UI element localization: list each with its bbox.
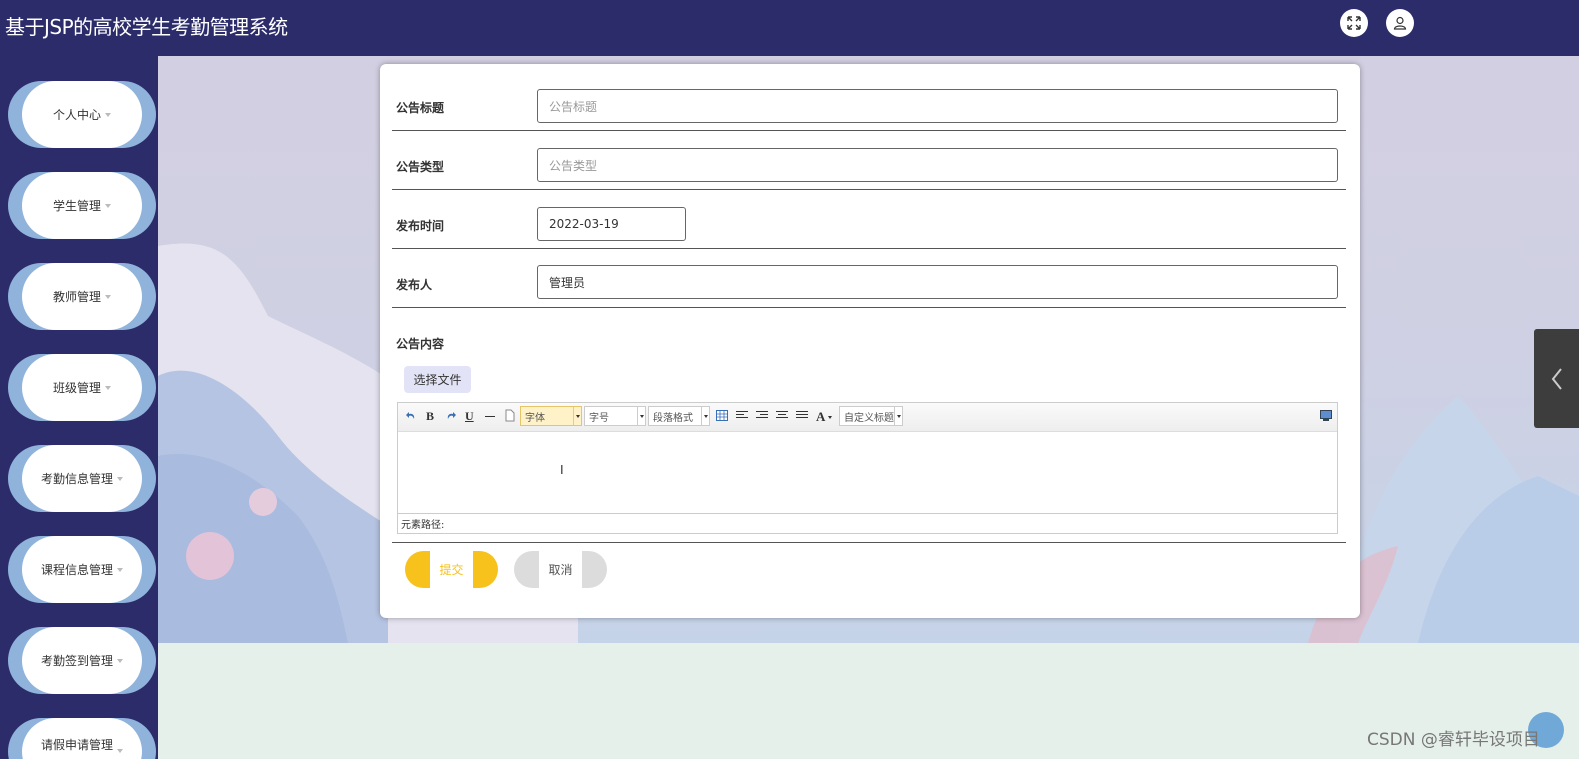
- app-title: 基于JSP的高校学生考勤管理系统: [5, 15, 288, 39]
- fullscreen-editor-icon[interactable]: [1320, 410, 1332, 421]
- sidebar-item-attendance-checkin[interactable]: 考勤签到管理: [8, 627, 156, 694]
- sidebar-item-label: 教师管理: [52, 290, 101, 304]
- text-cursor-icon: Ι: [560, 462, 564, 477]
- sidebar-item-label: 班级管理: [52, 381, 101, 395]
- rich-text-editor: B U 字体 字号 段落格式 A 自定义标题 Ι 元素路径:: [397, 402, 1338, 534]
- sidebar-item-classes[interactable]: 班级管理: [8, 354, 156, 421]
- custom-title-value: 自定义标题: [844, 412, 894, 424]
- editor-element-path: 元素路径:: [398, 513, 1337, 533]
- sidebar-item-label: 考勤信息管理: [40, 472, 113, 486]
- page-icon[interactable]: [505, 409, 515, 422]
- sidebar-item-attendance-info[interactable]: 考勤信息管理: [8, 445, 156, 512]
- sidebar-item-label: 个人中心: [52, 108, 101, 122]
- chevron-down-icon: [701, 407, 709, 425]
- submit-button-label: 提交: [430, 551, 473, 588]
- undo-icon[interactable]: [405, 410, 417, 422]
- paragraph-format-value: 段落格式: [653, 412, 693, 424]
- sidebar-item-label: 学生管理: [52, 199, 101, 213]
- redo-icon[interactable]: [445, 410, 457, 422]
- font-size-value: 字号: [589, 412, 609, 424]
- table-icon[interactable]: [716, 410, 728, 421]
- editor-content-area[interactable]: Ι: [398, 432, 1337, 513]
- bold-button[interactable]: B: [426, 409, 434, 424]
- divider: [392, 542, 1346, 543]
- horizontal-rule-icon[interactable]: [485, 416, 495, 417]
- user-icon: [1393, 16, 1407, 30]
- side-panel-toggle[interactable]: [1534, 329, 1579, 428]
- type-label: 公告类型: [396, 160, 445, 174]
- type-input[interactable]: 公告类型: [537, 148, 1338, 182]
- underline-button[interactable]: U: [465, 409, 474, 424]
- user-menu-button[interactable]: [1386, 9, 1414, 37]
- publisher-label: 发布人: [396, 278, 433, 292]
- paragraph-format-select[interactable]: 段落格式: [648, 406, 710, 426]
- sidebar: 个人中心 学生管理 教师管理 班级管理 考勤信息管理 课程信息管理 考勤签到管理…: [0, 56, 158, 759]
- sidebar-item-label: 考勤签到管理: [40, 654, 113, 668]
- caret-down-icon: [117, 658, 123, 663]
- chevron-down-icon: [894, 407, 902, 425]
- title-input[interactable]: 公告标题: [537, 89, 1338, 123]
- sidebar-item-leave-requests[interactable]: 请假申请管理: [8, 718, 156, 759]
- choose-file-button[interactable]: 选择文件: [404, 366, 471, 393]
- watermark: CSDN @睿轩毕设项目: [1367, 730, 1540, 750]
- publish-time-label: 发布时间: [396, 219, 445, 233]
- sidebar-item-label: 课程信息管理: [40, 563, 113, 577]
- sidebar-item-personal-center[interactable]: 个人中心: [8, 81, 156, 148]
- divider: [392, 189, 1346, 190]
- sidebar-item-course-info[interactable]: 课程信息管理: [8, 536, 156, 603]
- content-label: 公告内容: [396, 337, 445, 351]
- divider: [392, 307, 1346, 308]
- expand-icon: [1347, 16, 1361, 30]
- caret-down-icon: [828, 416, 832, 419]
- custom-title-select[interactable]: 自定义标题: [839, 406, 903, 426]
- cancel-button-label: 取消: [539, 551, 582, 588]
- caret-down-icon: [117, 749, 123, 753]
- font-family-select[interactable]: 字体: [520, 406, 582, 426]
- align-center-icon[interactable]: [776, 411, 788, 421]
- caret-down-icon: [117, 567, 123, 572]
- main-bottom-area: [158, 643, 1579, 759]
- divider: [392, 130, 1346, 131]
- announcement-form-card: 公告标题 公告标题 公告类型 公告类型 发布时间 2022-03-19 发布人 …: [380, 64, 1360, 618]
- align-left-icon[interactable]: [736, 411, 748, 421]
- fullscreen-button[interactable]: [1340, 9, 1368, 37]
- font-size-select[interactable]: 字号: [584, 406, 646, 426]
- font-family-value: 字体: [525, 412, 545, 424]
- sidebar-item-label: 请假申请管理: [40, 738, 113, 752]
- divider: [392, 248, 1346, 249]
- cancel-button[interactable]: 取消: [514, 551, 607, 588]
- chevron-down-icon: [637, 407, 645, 425]
- align-right-icon[interactable]: [756, 411, 768, 421]
- top-header: 基于JSP的高校学生考勤管理系统: [0, 0, 1579, 56]
- sidebar-item-teachers[interactable]: 教师管理: [8, 263, 156, 330]
- caret-down-icon: [117, 476, 123, 481]
- caret-down-icon: [105, 385, 111, 390]
- font-color-button[interactable]: A: [816, 409, 825, 425]
- publisher-input[interactable]: 管理员: [537, 265, 1338, 299]
- caret-down-icon: [105, 294, 111, 299]
- sidebar-item-students[interactable]: 学生管理: [8, 172, 156, 239]
- publish-time-input[interactable]: 2022-03-19: [537, 207, 686, 241]
- chevron-down-icon: [573, 407, 581, 425]
- editor-toolbar: B U 字体 字号 段落格式 A 自定义标题: [398, 403, 1337, 432]
- title-label: 公告标题: [396, 101, 445, 115]
- chevron-left-icon: [1551, 367, 1562, 390]
- caret-down-icon: [105, 112, 111, 117]
- caret-down-icon: [105, 203, 111, 208]
- submit-button[interactable]: 提交: [405, 551, 498, 588]
- align-justify-icon[interactable]: [796, 411, 808, 421]
